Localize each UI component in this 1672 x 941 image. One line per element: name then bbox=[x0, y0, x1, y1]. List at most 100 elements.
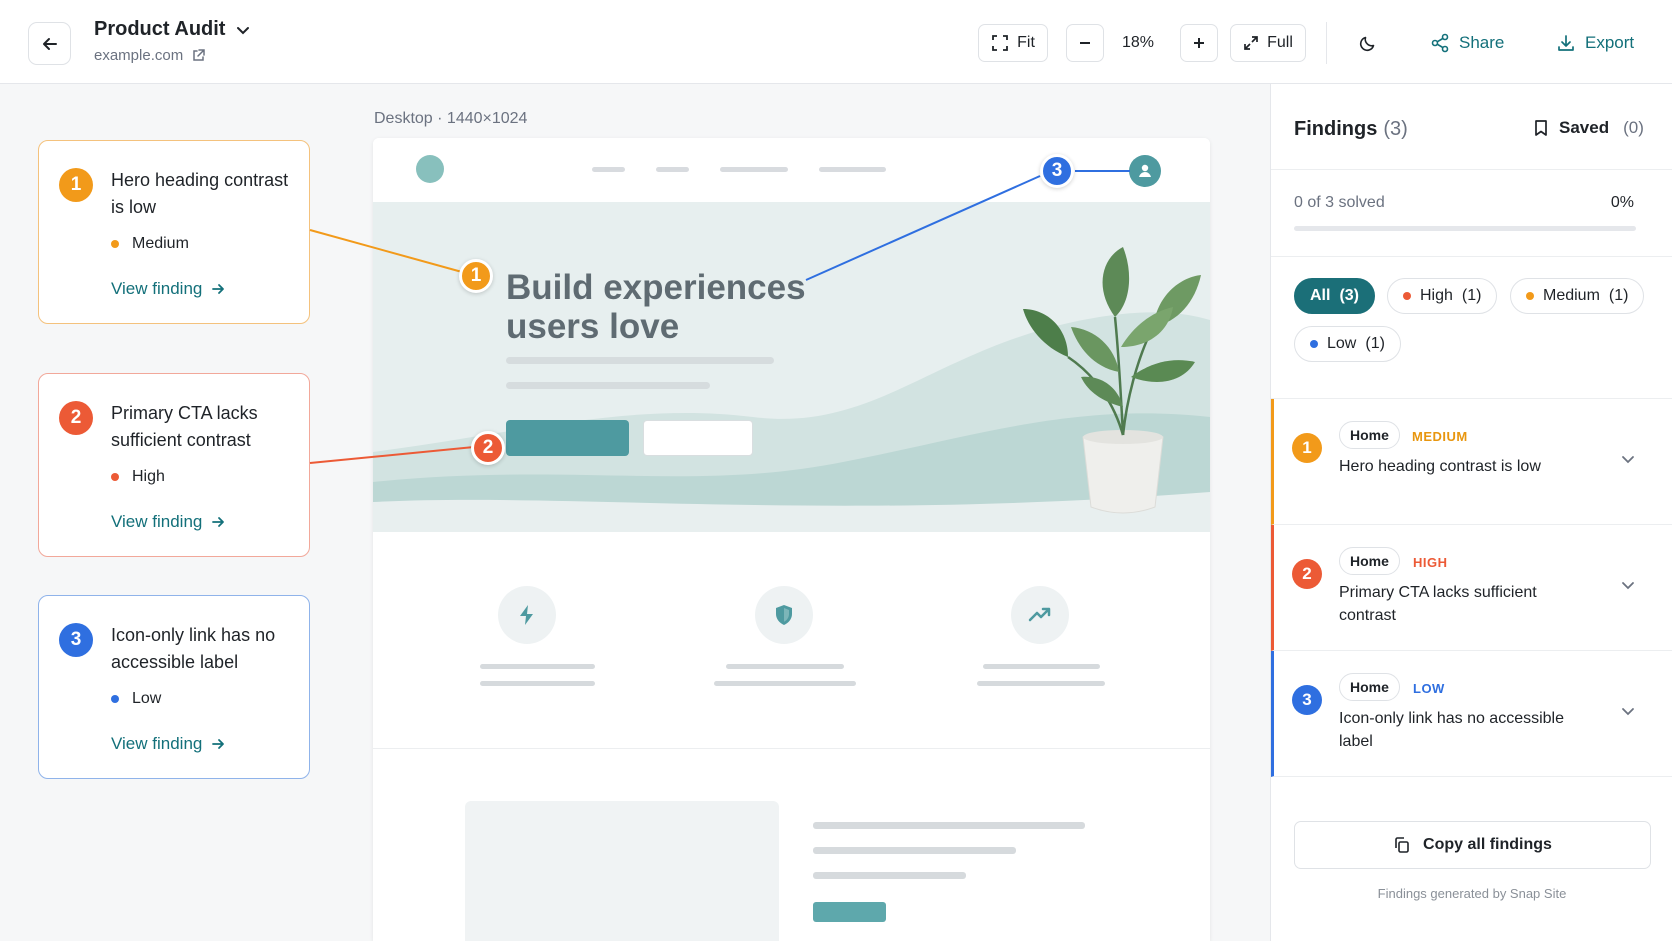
mock-text-line bbox=[813, 822, 1085, 829]
mock-hero-headline: Build experiences users love bbox=[506, 268, 806, 346]
share-icon bbox=[1431, 33, 1449, 53]
mock-text-line bbox=[480, 664, 595, 669]
chevron-down-icon[interactable] bbox=[1620, 577, 1636, 593]
frame-label: Desktop · 1440×1024 bbox=[374, 110, 528, 127]
arrow-right-icon bbox=[212, 739, 225, 749]
finding-number: 3 bbox=[1292, 685, 1322, 715]
filter-label: Medium bbox=[1543, 287, 1600, 304]
mock-nav-link bbox=[656, 167, 689, 172]
zoom-in-button[interactable] bbox=[1180, 24, 1218, 62]
callout-severity: Medium bbox=[111, 235, 189, 253]
chevron-down-icon[interactable] bbox=[1620, 451, 1636, 467]
filter-count: (1) bbox=[1461, 287, 1482, 304]
progress-section-divider bbox=[1271, 256, 1672, 257]
mock-feature-icon bbox=[498, 586, 556, 644]
mock-feature-icon bbox=[1011, 586, 1069, 644]
progress-percent: 0% bbox=[1610, 194, 1634, 211]
severity-dot bbox=[1403, 292, 1411, 300]
callout-card-1[interactable]: 1 Hero heading contrast is low Medium Vi… bbox=[38, 140, 310, 324]
finding-pin-3[interactable]: 3 bbox=[1040, 154, 1074, 188]
finding-pin-1[interactable]: 1 bbox=[459, 259, 493, 293]
mock-text-line bbox=[813, 872, 966, 879]
toolbar-divider bbox=[1326, 22, 1327, 64]
severity-dot bbox=[111, 473, 119, 481]
finding-pin-2[interactable]: 2 bbox=[471, 431, 505, 465]
top-bar: Product Audit example.com Fit 18% Full S… bbox=[0, 0, 1672, 84]
share-label: Share bbox=[1459, 33, 1505, 52]
footer-note: Findings generated by Snap Site bbox=[1377, 886, 1567, 901]
bookmark-icon bbox=[1535, 120, 1547, 136]
panel-title-text: Findings bbox=[1294, 118, 1378, 140]
copy-all-label: Copy all findings bbox=[1423, 836, 1552, 853]
page-tag: Home bbox=[1339, 547, 1400, 575]
project-title-group: Product Audit example.com bbox=[94, 18, 251, 64]
expand-icon bbox=[1244, 36, 1258, 50]
dark-mode-toggle[interactable] bbox=[1348, 24, 1388, 62]
finding-number: 2 bbox=[1292, 559, 1322, 589]
callout-card-3[interactable]: 3 Icon-only link has no accessible label… bbox=[38, 595, 310, 779]
mock-logo bbox=[416, 155, 444, 183]
plus-icon bbox=[1194, 38, 1204, 48]
severity-dot bbox=[111, 240, 119, 248]
panel-header: Findings (3) Saved (0) bbox=[1271, 84, 1672, 170]
filter-count: (1) bbox=[1365, 335, 1385, 352]
mock-section-divider bbox=[373, 748, 1210, 749]
filter-chip-medium[interactable]: Medium (1) bbox=[1510, 278, 1645, 314]
export-button[interactable]: Export bbox=[1556, 24, 1634, 62]
finding-number: 1 bbox=[1292, 433, 1322, 463]
filter-label: High bbox=[1420, 287, 1453, 304]
chevron-down-icon[interactable] bbox=[1620, 703, 1636, 719]
callout-severity: Low bbox=[111, 690, 161, 708]
arrow-left-icon bbox=[42, 37, 57, 50]
finding-item-3[interactable]: 3 Home LOW Icon-only link has no accessi… bbox=[1271, 651, 1672, 777]
mock-text-line bbox=[506, 357, 774, 364]
download-icon bbox=[1558, 35, 1574, 51]
project-title[interactable]: Product Audit bbox=[94, 18, 251, 41]
fit-button[interactable]: Fit bbox=[978, 24, 1048, 62]
mock-primary-cta bbox=[506, 420, 629, 456]
finding-title: Primary CTA lacks sufficient contrast bbox=[1339, 584, 1537, 624]
severity-dot bbox=[1310, 340, 1318, 348]
view-finding-link[interactable]: View finding bbox=[111, 279, 226, 299]
mock-secondary-cta bbox=[643, 420, 753, 456]
callout-number: 1 bbox=[59, 168, 93, 202]
zoom-out-button[interactable] bbox=[1066, 24, 1104, 62]
fit-label: Fit bbox=[1017, 34, 1035, 51]
finding-item-2[interactable]: 2 Home HIGH Primary CTA lacks sufficient… bbox=[1271, 525, 1672, 651]
fullscreen-button[interactable]: Full bbox=[1230, 24, 1306, 62]
callout-title: Primary CTA lacks sufficient contrast bbox=[111, 403, 258, 450]
mock-text-line bbox=[813, 847, 1016, 854]
mock-button bbox=[813, 902, 886, 922]
share-button[interactable]: Share bbox=[1430, 24, 1504, 62]
filter-count: (1) bbox=[1608, 287, 1629, 304]
filter-label: All bbox=[1310, 287, 1331, 304]
finding-item-1[interactable]: 1 Home MEDIUM Hero heading contrast is l… bbox=[1271, 399, 1672, 525]
filter-chip-all[interactable]: All (3) bbox=[1294, 278, 1376, 314]
finding-title: Icon-only link has no accessible label bbox=[1339, 710, 1565, 750]
mock-text-line bbox=[506, 382, 710, 389]
view-finding-label: View finding bbox=[111, 734, 203, 753]
copy-icon bbox=[1395, 837, 1409, 853]
severity-label: MEDIUM bbox=[1412, 429, 1468, 444]
bolt-icon bbox=[520, 605, 533, 625]
finding-title: Hero heading contrast is low bbox=[1339, 458, 1541, 475]
plant-illustration bbox=[1023, 247, 1201, 514]
mock-nav-link bbox=[819, 167, 886, 172]
view-finding-link[interactable]: View finding bbox=[111, 734, 226, 754]
mock-text-line bbox=[714, 681, 856, 686]
callout-title: Icon-only link has no accessible label bbox=[111, 625, 276, 672]
arrow-right-icon bbox=[212, 284, 225, 294]
page-preview-frame[interactable]: Build experiences users love bbox=[373, 138, 1210, 941]
back-button[interactable] bbox=[28, 22, 71, 65]
view-finding-label: View finding bbox=[111, 512, 203, 531]
copy-all-findings-button[interactable]: Copy all findings bbox=[1294, 821, 1651, 869]
filter-chip-high[interactable]: High (1) bbox=[1387, 278, 1498, 314]
saved-button[interactable]: Saved (0) bbox=[1533, 118, 1644, 138]
view-finding-label: View finding bbox=[111, 279, 203, 298]
view-finding-link[interactable]: View finding bbox=[111, 512, 226, 532]
project-domain: example.com bbox=[94, 47, 184, 64]
callout-card-2[interactable]: 2 Primary CTA lacks sufficient contrast … bbox=[38, 373, 310, 557]
filter-chip-low[interactable]: Low (1) bbox=[1294, 326, 1401, 362]
mock-feature-icon bbox=[755, 586, 813, 644]
project-domain-link[interactable]: example.com bbox=[94, 47, 251, 64]
